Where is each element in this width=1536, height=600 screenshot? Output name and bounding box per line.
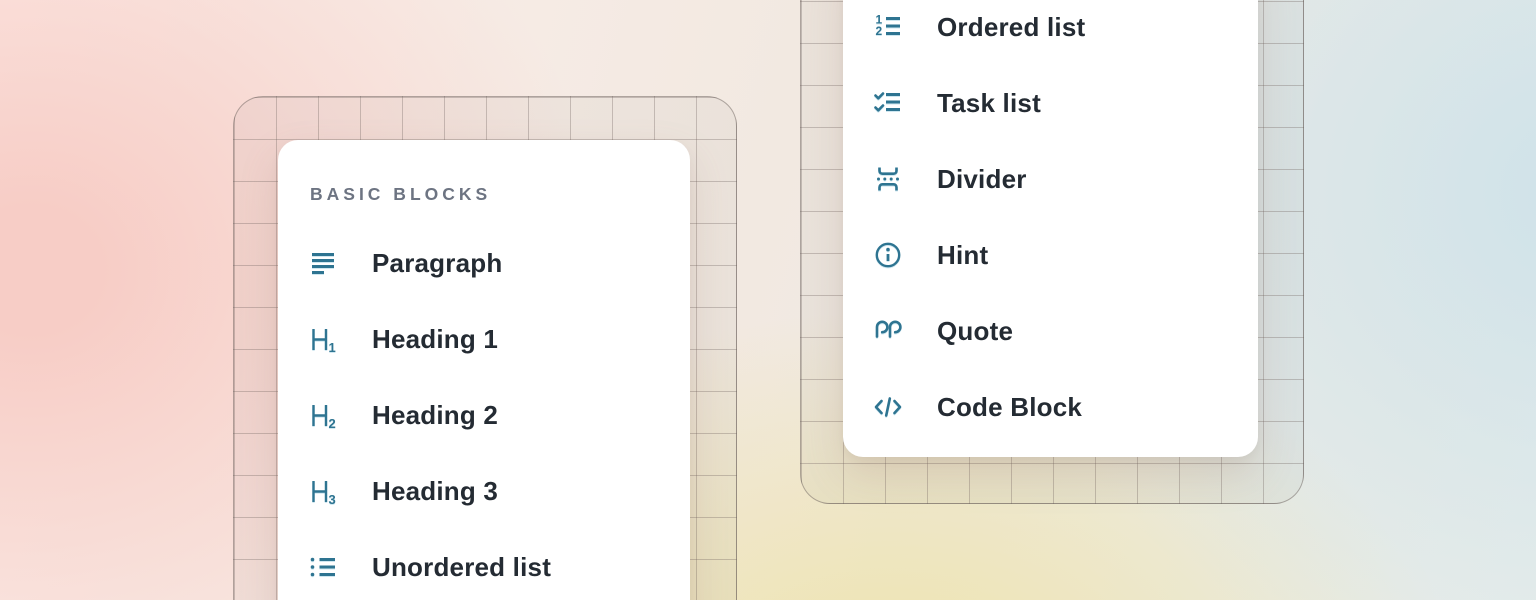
svg-text:2: 2 bbox=[876, 24, 883, 38]
menu-item-label: Unordered list bbox=[372, 552, 551, 583]
section-header: BASIC BLOCKS bbox=[310, 184, 660, 204]
menu-item-label: Heading 1 bbox=[372, 324, 498, 355]
heading-2-icon: 2 bbox=[308, 400, 338, 430]
menu-item-quote[interactable]: Quote bbox=[873, 293, 1228, 369]
menu-item-label: Task list bbox=[937, 88, 1041, 119]
menu-list-left: Paragraph 1 Heading 1 2 bbox=[308, 225, 660, 600]
menu-item-label: Divider bbox=[937, 164, 1027, 195]
divider-icon bbox=[873, 164, 903, 194]
hero-background: BASIC BLOCKS Paragraph 1 Heading 1 bbox=[0, 0, 1536, 600]
menu-item-label: Heading 3 bbox=[372, 476, 498, 507]
paragraph-icon bbox=[308, 248, 338, 278]
ordered-list-icon: 1 2 bbox=[873, 12, 903, 42]
blocks-menu-continued: 1 2 Ordered list Task list bbox=[843, 0, 1258, 457]
svg-text:3: 3 bbox=[329, 492, 336, 506]
menu-item-heading-3[interactable]: 3 Heading 3 bbox=[308, 453, 660, 529]
menu-item-label: Code Block bbox=[937, 392, 1082, 423]
menu-item-label: Paragraph bbox=[372, 248, 502, 279]
menu-item-unordered-list[interactable]: Unordered list bbox=[308, 529, 660, 600]
quote-icon bbox=[873, 316, 903, 346]
menu-item-label: Hint bbox=[937, 240, 988, 271]
menu-item-divider[interactable]: Divider bbox=[873, 141, 1228, 217]
svg-text:1: 1 bbox=[329, 340, 336, 354]
heading-3-icon: 3 bbox=[308, 476, 338, 506]
code-block-icon bbox=[873, 392, 903, 422]
menu-item-ordered-list[interactable]: 1 2 Ordered list bbox=[873, 0, 1228, 65]
hint-icon bbox=[873, 240, 903, 270]
menu-item-code-block[interactable]: Code Block bbox=[873, 369, 1228, 445]
unordered-list-icon bbox=[308, 552, 338, 582]
menu-item-label: Heading 2 bbox=[372, 400, 498, 431]
basic-blocks-menu: BASIC BLOCKS Paragraph 1 Heading 1 bbox=[278, 140, 690, 600]
menu-item-task-list[interactable]: Task list bbox=[873, 65, 1228, 141]
menu-item-label: Ordered list bbox=[937, 12, 1085, 43]
menu-list-right: 1 2 Ordered list Task list bbox=[873, 0, 1228, 445]
menu-item-hint[interactable]: Hint bbox=[873, 217, 1228, 293]
heading-1-icon: 1 bbox=[308, 324, 338, 354]
menu-item-heading-1[interactable]: 1 Heading 1 bbox=[308, 301, 660, 377]
menu-item-heading-2[interactable]: 2 Heading 2 bbox=[308, 377, 660, 453]
menu-item-label: Quote bbox=[937, 316, 1013, 347]
svg-text:2: 2 bbox=[329, 416, 336, 430]
menu-item-paragraph[interactable]: Paragraph bbox=[308, 225, 660, 301]
task-list-icon bbox=[873, 88, 903, 118]
